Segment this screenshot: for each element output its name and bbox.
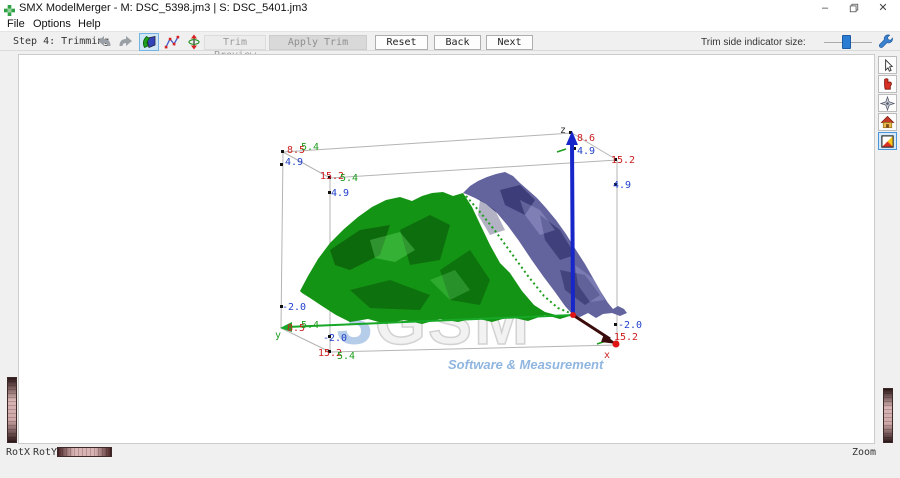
menu-options[interactable]: Options [31, 18, 73, 30]
view-mode-icon [880, 134, 895, 149]
menu-bar: File Options Help [0, 17, 900, 32]
window-title: SMX ModelMerger - M: DSC_5398.jm3 | S: D… [19, 2, 307, 14]
zoom-vertical-slider[interactable] [883, 388, 893, 443]
app-logo-icon [4, 3, 15, 14]
redo-icon[interactable] [117, 34, 135, 50]
flip-axis-tool-button[interactable] [184, 33, 204, 51]
polyline-tool-button[interactable] [162, 33, 182, 51]
close-button[interactable]: ✕ [870, 0, 896, 17]
zoom-label: Zoom [852, 447, 876, 458]
settings-wrench-icon[interactable] [877, 34, 896, 50]
smx-modelmerger-window: SMX ModelMerger - M: DSC_5398.jm3 | S: D… [0, 0, 900, 478]
rotation-vertical-slider[interactable] [7, 377, 17, 443]
viewport-3d[interactable] [18, 54, 875, 444]
surface-tool-button[interactable] [139, 33, 159, 51]
flip-axis-tool-icon [186, 34, 202, 50]
apply-trim-button[interactable]: Apply Trim [269, 35, 367, 50]
polyline-tool-icon [164, 34, 180, 50]
slider-handle[interactable] [842, 35, 851, 49]
trim-preview-button[interactable]: Trim Preview [204, 35, 266, 50]
title-bar: SMX ModelMerger - M: DSC_5398.jm3 | S: D… [0, 0, 900, 17]
next-button[interactable]: Next [486, 35, 533, 50]
rotation-horizontal-slider[interactable] [57, 447, 112, 457]
pointer-icon [880, 58, 895, 73]
home-icon [880, 115, 895, 130]
pointer-tool-button[interactable] [878, 56, 897, 74]
compass-tool-button[interactable] [878, 94, 897, 112]
watermark-tagline: Software & Measurement [448, 357, 603, 372]
restore-button[interactable] [841, 0, 867, 17]
compass-icon [880, 96, 895, 111]
view-mode-button[interactable] [878, 132, 897, 150]
trim-side-indicator-size-label: Trim side indicator size: [701, 37, 806, 48]
watermark-logo: 3GSM [336, 288, 531, 354]
back-button[interactable]: Back [434, 35, 481, 50]
pan-tool-button[interactable] [878, 75, 897, 93]
step-label: Step 4: Trimming [13, 36, 109, 47]
menu-file[interactable]: File [5, 18, 27, 30]
toolbar: Step 4: Trimming [0, 33, 900, 51]
minimize-button[interactable]: – [812, 0, 838, 17]
undo-icon[interactable] [96, 34, 114, 50]
roty-label: RotY [33, 447, 57, 458]
rotx-label: RotX [6, 447, 30, 458]
menu-help[interactable]: Help [76, 18, 103, 30]
pan-glove-icon [880, 77, 895, 92]
trim-size-slider[interactable] [824, 33, 872, 51]
home-view-button[interactable] [878, 113, 897, 131]
reset-button[interactable]: Reset [375, 35, 428, 50]
surface-tool-icon [141, 34, 157, 50]
